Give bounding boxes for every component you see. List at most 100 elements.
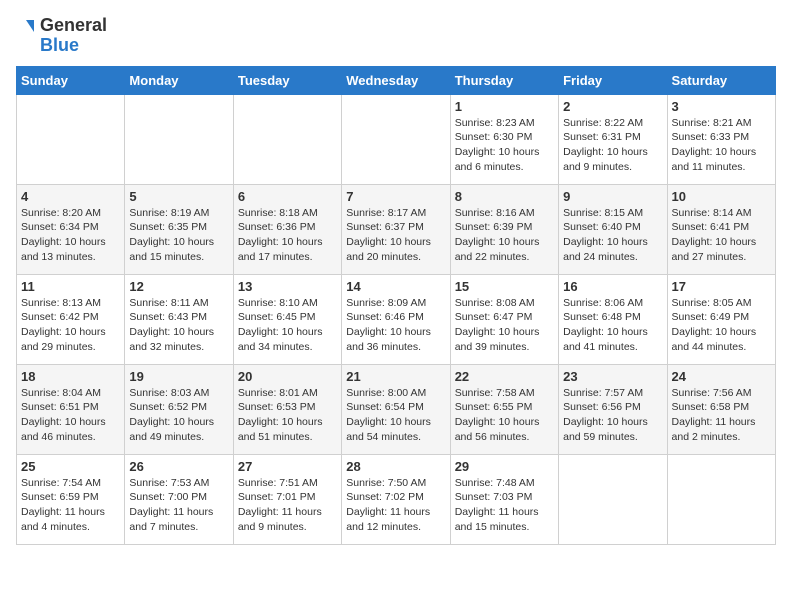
calendar-cell: 13 Sunrise: 8:10 AM Sunset: 6:45 PM Dayli… (233, 274, 341, 364)
day-number: 26 (129, 459, 228, 474)
calendar-cell: 26Sunrise: 7:53 AM Sunset: 7:00 PM Dayli… (125, 454, 233, 544)
day-info: Sunrise: 7:51 AM Sunset: 7:01 PM Dayligh… (238, 476, 337, 535)
day-info: Sunrise: 7:54 AM Sunset: 6:59 PM Dayligh… (21, 476, 120, 535)
header-day-monday: Monday (125, 66, 233, 94)
day-info: Sunrise: 8:19 AM Sunset: 6:35 PM Dayligh… (129, 206, 228, 265)
day-info: Sunrise: 8:18 AM Sunset: 6:36 PM Dayligh… (238, 206, 337, 265)
day-info: Sunrise: 8:10 AM Sunset: 6:45 PM Dayligh… (238, 296, 337, 355)
day-info: Sunrise: 8:13 AM Sunset: 6:42 PM Dayligh… (21, 296, 120, 355)
calendar-cell: 20Sunrise: 8:01 AM Sunset: 6:53 PM Dayli… (233, 364, 341, 454)
day-info: Sunrise: 8:15 AM Sunset: 6:40 PM Dayligh… (563, 206, 662, 265)
header-day-friday: Friday (559, 66, 667, 94)
calendar-week-3: 11 Sunrise: 8:13 AM Sunset: 6:42 PM Dayli… (17, 274, 776, 364)
calendar-cell (559, 454, 667, 544)
header-day-saturday: Saturday (667, 66, 775, 94)
day-number: 5 (129, 189, 228, 204)
calendar-cell: 3Sunrise: 8:21 AM Sunset: 6:33 PM Daylig… (667, 94, 775, 184)
day-info: Sunrise: 8:04 AM Sunset: 6:51 PM Dayligh… (21, 386, 120, 445)
day-number: 18 (21, 369, 120, 384)
calendar-cell (667, 454, 775, 544)
calendar-cell: 9 Sunrise: 8:15 AM Sunset: 6:40 PM Daylig… (559, 184, 667, 274)
day-number: 29 (455, 459, 554, 474)
calendar-week-5: 25 Sunrise: 7:54 AM Sunset: 6:59 PM Dayli… (17, 454, 776, 544)
day-number: 14 (346, 279, 445, 294)
day-info: Sunrise: 8:14 AM Sunset: 6:41 PM Dayligh… (672, 206, 771, 265)
day-number: 2 (563, 99, 662, 114)
day-number: 19 (129, 369, 228, 384)
day-number: 9 (563, 189, 662, 204)
day-info: Sunrise: 8:03 AM Sunset: 6:52 PM Dayligh… (129, 386, 228, 445)
calendar-cell: 21 Sunrise: 8:00 AM Sunset: 6:54 PM Dayli… (342, 364, 450, 454)
calendar-cell: 25 Sunrise: 7:54 AM Sunset: 6:59 PM Dayli… (17, 454, 125, 544)
calendar-cell: 24 Sunrise: 7:56 AM Sunset: 6:58 PM Dayli… (667, 364, 775, 454)
day-number: 28 (346, 459, 445, 474)
calendar-cell: 7Sunrise: 8:17 AM Sunset: 6:37 PM Daylig… (342, 184, 450, 274)
day-info: Sunrise: 8:08 AM Sunset: 6:47 PM Dayligh… (455, 296, 554, 355)
calendar-cell: 12 Sunrise: 8:11 AM Sunset: 6:43 PM Dayli… (125, 274, 233, 364)
day-number: 4 (21, 189, 120, 204)
calendar-cell: 14 Sunrise: 8:09 AM Sunset: 6:46 PM Dayli… (342, 274, 450, 364)
calendar-cell (125, 94, 233, 184)
day-info: Sunrise: 8:11 AM Sunset: 6:43 PM Dayligh… (129, 296, 228, 355)
header-day-sunday: Sunday (17, 66, 125, 94)
calendar-cell: 15 Sunrise: 8:08 AM Sunset: 6:47 PM Dayli… (450, 274, 558, 364)
calendar-body: 1 Sunrise: 8:23 AM Sunset: 6:30 PM Daylig… (17, 94, 776, 544)
header-row: SundayMondayTuesdayWednesdayThursdayFrid… (17, 66, 776, 94)
calendar-cell: 17Sunrise: 8:05 AM Sunset: 6:49 PM Dayli… (667, 274, 775, 364)
day-info: Sunrise: 8:05 AM Sunset: 6:49 PM Dayligh… (672, 296, 771, 355)
day-number: 22 (455, 369, 554, 384)
calendar-cell (17, 94, 125, 184)
day-info: Sunrise: 8:00 AM Sunset: 6:54 PM Dayligh… (346, 386, 445, 445)
day-number: 13 (238, 279, 337, 294)
calendar-cell: 1 Sunrise: 8:23 AM Sunset: 6:30 PM Daylig… (450, 94, 558, 184)
calendar-cell: 29 Sunrise: 7:48 AM Sunset: 7:03 PM Dayli… (450, 454, 558, 544)
header: General Blue (16, 16, 776, 56)
day-number: 27 (238, 459, 337, 474)
day-info: Sunrise: 8:16 AM Sunset: 6:39 PM Dayligh… (455, 206, 554, 265)
day-info: Sunrise: 7:58 AM Sunset: 6:55 PM Dayligh… (455, 386, 554, 445)
day-number: 8 (455, 189, 554, 204)
day-info: Sunrise: 8:22 AM Sunset: 6:31 PM Dayligh… (563, 116, 662, 175)
calendar-cell (233, 94, 341, 184)
calendar-header: SundayMondayTuesdayWednesdayThursdayFrid… (17, 66, 776, 94)
day-number: 24 (672, 369, 771, 384)
day-number: 15 (455, 279, 554, 294)
day-number: 7 (346, 189, 445, 204)
header-day-thursday: Thursday (450, 66, 558, 94)
day-info: Sunrise: 8:23 AM Sunset: 6:30 PM Dayligh… (455, 116, 554, 175)
day-info: Sunrise: 7:57 AM Sunset: 6:56 PM Dayligh… (563, 386, 662, 445)
calendar-cell: 4 Sunrise: 8:20 AM Sunset: 6:34 PM Daylig… (17, 184, 125, 274)
calendar-cell: 8 Sunrise: 8:16 AM Sunset: 6:39 PM Daylig… (450, 184, 558, 274)
calendar-cell: 5 Sunrise: 8:19 AM Sunset: 6:35 PM Daylig… (125, 184, 233, 274)
logo-general-text: General (40, 15, 107, 35)
day-info: Sunrise: 8:20 AM Sunset: 6:34 PM Dayligh… (21, 206, 120, 265)
day-number: 21 (346, 369, 445, 384)
calendar-week-1: 1 Sunrise: 8:23 AM Sunset: 6:30 PM Daylig… (17, 94, 776, 184)
day-info: Sunrise: 7:50 AM Sunset: 7:02 PM Dayligh… (346, 476, 445, 535)
day-number: 11 (21, 279, 120, 294)
day-number: 10 (672, 189, 771, 204)
logo-blue-text: Blue (40, 35, 79, 55)
calendar-cell: 22 Sunrise: 7:58 AM Sunset: 6:55 PM Dayli… (450, 364, 558, 454)
header-day-wednesday: Wednesday (342, 66, 450, 94)
calendar-cell: 23Sunrise: 7:57 AM Sunset: 6:56 PM Dayli… (559, 364, 667, 454)
day-info: Sunrise: 8:01 AM Sunset: 6:53 PM Dayligh… (238, 386, 337, 445)
day-number: 25 (21, 459, 120, 474)
calendar-cell: 2 Sunrise: 8:22 AM Sunset: 6:31 PM Daylig… (559, 94, 667, 184)
day-number: 3 (672, 99, 771, 114)
day-number: 12 (129, 279, 228, 294)
day-number: 6 (238, 189, 337, 204)
calendar-cell: 19 Sunrise: 8:03 AM Sunset: 6:52 PM Dayli… (125, 364, 233, 454)
calendar-cell: 6 Sunrise: 8:18 AM Sunset: 6:36 PM Daylig… (233, 184, 341, 274)
calendar-cell: 18 Sunrise: 8:04 AM Sunset: 6:51 PM Dayli… (17, 364, 125, 454)
day-info: Sunrise: 8:09 AM Sunset: 6:46 PM Dayligh… (346, 296, 445, 355)
calendar-cell: 27 Sunrise: 7:51 AM Sunset: 7:01 PM Dayli… (233, 454, 341, 544)
day-info: Sunrise: 7:48 AM Sunset: 7:03 PM Dayligh… (455, 476, 554, 535)
calendar-cell (342, 94, 450, 184)
calendar-cell: 16Sunrise: 8:06 AM Sunset: 6:48 PM Dayli… (559, 274, 667, 364)
logo-icon (16, 18, 36, 54)
calendar-cell: 11 Sunrise: 8:13 AM Sunset: 6:42 PM Dayli… (17, 274, 125, 364)
day-number: 1 (455, 99, 554, 114)
day-info: Sunrise: 7:56 AM Sunset: 6:58 PM Dayligh… (672, 386, 771, 445)
day-info: Sunrise: 8:06 AM Sunset: 6:48 PM Dayligh… (563, 296, 662, 355)
